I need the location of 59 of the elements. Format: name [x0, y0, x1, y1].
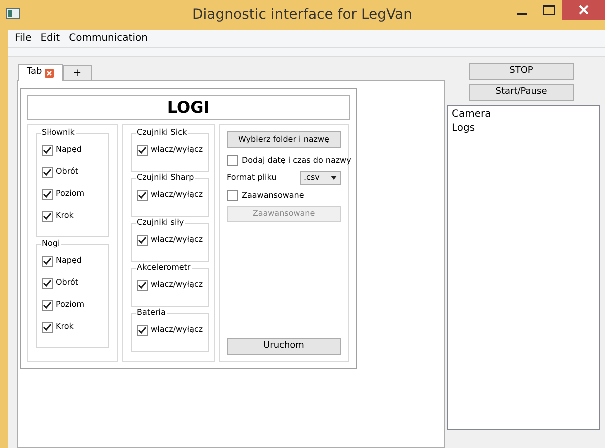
checkbox[interactable] [227, 155, 238, 166]
checkbox[interactable] [42, 144, 53, 156]
tab[interactable]: + [63, 65, 92, 80]
checkbox[interactable] [137, 190, 148, 200]
checkbox[interactable] [227, 190, 238, 201]
group-title: Akcelerometr [136, 262, 192, 274]
group-title: Czujniki Sick [136, 127, 188, 139]
run-button[interactable]: Uruchom [227, 338, 341, 355]
panel-title: LOGI [27, 95, 350, 120]
tab[interactable]: Tab [18, 64, 64, 81]
minimize-icon [516, 12, 526, 14]
menu-item[interactable]: Edit [40, 31, 60, 46]
menu-item[interactable]: File [15, 31, 32, 46]
checkbox[interactable] [42, 322, 53, 332]
dropdown-arrow-icon [331, 176, 337, 180]
checkbox[interactable] [42, 188, 53, 200]
checkbox-label: Dodaj datę i czas do nazwy [242, 154, 352, 166]
field-label: Format pliku [227, 172, 277, 184]
checkbox-label: włącz/wyłącz [151, 234, 204, 246]
list-item[interactable]: Camera [452, 108, 492, 122]
menu-item[interactable]: Communication [69, 31, 148, 46]
checkbox-label: włącz/wyłącz [151, 324, 204, 336]
checkbox-label: Napęd [56, 144, 82, 156]
control-button[interactable]: Start/Pause [469, 84, 574, 101]
checkbox-label: Poziom [56, 299, 85, 311]
checkbox[interactable] [42, 300, 53, 310]
checkbox-label: włącz/wyłącz [151, 144, 204, 156]
window-title: Diagnostic interface for LegVan [192, 6, 412, 24]
close-button[interactable] [562, 0, 605, 20]
maximize-icon [542, 5, 554, 15]
checkbox-label: Napęd [56, 255, 82, 267]
checkbox[interactable] [42, 256, 53, 266]
checkbox-label: Krok [56, 210, 74, 222]
close-icon [578, 5, 588, 15]
checkbox[interactable] [137, 144, 148, 156]
checkbox-label: Krok [56, 321, 74, 333]
checkbox-label: Obrót [56, 277, 79, 289]
checkbox[interactable] [137, 324, 148, 336]
checkbox[interactable] [137, 234, 148, 246]
checkbox[interactable] [42, 210, 53, 222]
checkbox-label: Poziom [56, 188, 85, 200]
checkbox[interactable] [137, 280, 148, 290]
checkbox-label: Obrót [56, 166, 79, 178]
checkbox-label: włącz/wyłącz [151, 189, 204, 201]
close-tab-icon[interactable] [45, 68, 54, 78]
format-dropdown[interactable]: .csv [300, 171, 341, 185]
group-title: Siłownik [41, 127, 76, 139]
group-title: Czujniki Sharp [136, 172, 196, 184]
checkbox-label: Zaawansowane [242, 190, 304, 202]
list-item[interactable]: Logs [452, 122, 476, 136]
group-title: Bateria [136, 307, 167, 319]
checkbox-label: włącz/wyłącz [151, 279, 204, 291]
checkbox[interactable] [42, 278, 53, 288]
button[interactable]: Wybierz folder i nazwę [227, 131, 341, 148]
group-title: Czujniki siły [136, 217, 186, 229]
control-button[interactable]: STOP [469, 63, 574, 80]
app-icon [6, 8, 20, 19]
checkbox[interactable] [42, 166, 53, 178]
group-title: Nogi [41, 238, 62, 250]
